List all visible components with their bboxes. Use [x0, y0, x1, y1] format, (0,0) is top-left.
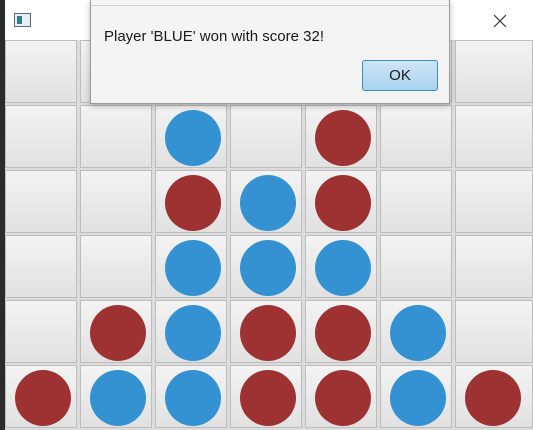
board-cell[interactable]	[305, 365, 377, 428]
app-icon	[14, 13, 31, 27]
board-cell[interactable]	[380, 365, 452, 428]
board-cell[interactable]	[230, 300, 302, 363]
board-cell[interactable]	[455, 105, 533, 168]
blue-disc	[165, 240, 221, 296]
board-cell[interactable]	[5, 235, 77, 298]
red-disc	[465, 370, 521, 426]
board-cell[interactable]	[455, 300, 533, 363]
red-disc	[240, 370, 296, 426]
board-cell[interactable]	[455, 235, 533, 298]
board-cell[interactable]	[155, 235, 227, 298]
board-cell[interactable]	[305, 105, 377, 168]
board-cell[interactable]	[380, 170, 452, 233]
board-cell[interactable]	[5, 40, 77, 103]
board-cell[interactable]	[80, 170, 152, 233]
dialog-divider	[91, 5, 449, 6]
board-cell[interactable]	[380, 105, 452, 168]
close-button[interactable]	[475, 6, 525, 36]
ok-button[interactable]: OK	[362, 60, 438, 91]
board-cell[interactable]	[230, 170, 302, 233]
red-disc	[315, 175, 371, 231]
board-cell[interactable]	[80, 105, 152, 168]
red-disc	[165, 175, 221, 231]
board-cell[interactable]	[230, 365, 302, 428]
board-cell[interactable]	[305, 300, 377, 363]
red-disc	[15, 370, 71, 426]
blue-disc	[165, 305, 221, 361]
red-disc	[315, 110, 371, 166]
board-cell[interactable]	[230, 235, 302, 298]
board-cell[interactable]	[155, 365, 227, 428]
board-cell[interactable]	[305, 170, 377, 233]
board-cell[interactable]	[380, 300, 452, 363]
board-cell[interactable]	[5, 170, 77, 233]
blue-disc	[90, 370, 146, 426]
red-disc	[315, 370, 371, 426]
board-cell[interactable]	[155, 170, 227, 233]
blue-disc	[240, 175, 296, 231]
blue-disc	[390, 370, 446, 426]
winner-dialog: Player 'BLUE' won with score 32! OK	[90, 0, 450, 104]
board-cell[interactable]	[155, 105, 227, 168]
board-cell[interactable]	[155, 300, 227, 363]
board-cell[interactable]	[5, 300, 77, 363]
red-disc	[315, 305, 371, 361]
blue-disc	[315, 240, 371, 296]
board-cell[interactable]	[305, 235, 377, 298]
board-cell[interactable]	[455, 170, 533, 233]
board-cell[interactable]	[380, 235, 452, 298]
board-cell[interactable]	[80, 235, 152, 298]
close-icon	[493, 14, 507, 28]
blue-disc	[390, 305, 446, 361]
board-cell[interactable]	[80, 365, 152, 428]
blue-disc	[165, 110, 221, 166]
board-cell[interactable]	[5, 105, 77, 168]
board-cell[interactable]	[5, 365, 77, 428]
dialog-message: Player 'BLUE' won with score 32!	[104, 28, 324, 45]
board-cell[interactable]	[230, 105, 302, 168]
blue-disc	[165, 370, 221, 426]
red-disc	[90, 305, 146, 361]
red-disc	[240, 305, 296, 361]
board-cell[interactable]	[455, 365, 533, 428]
board-cell[interactable]	[455, 40, 533, 103]
blue-disc	[240, 240, 296, 296]
board-cell[interactable]	[80, 300, 152, 363]
